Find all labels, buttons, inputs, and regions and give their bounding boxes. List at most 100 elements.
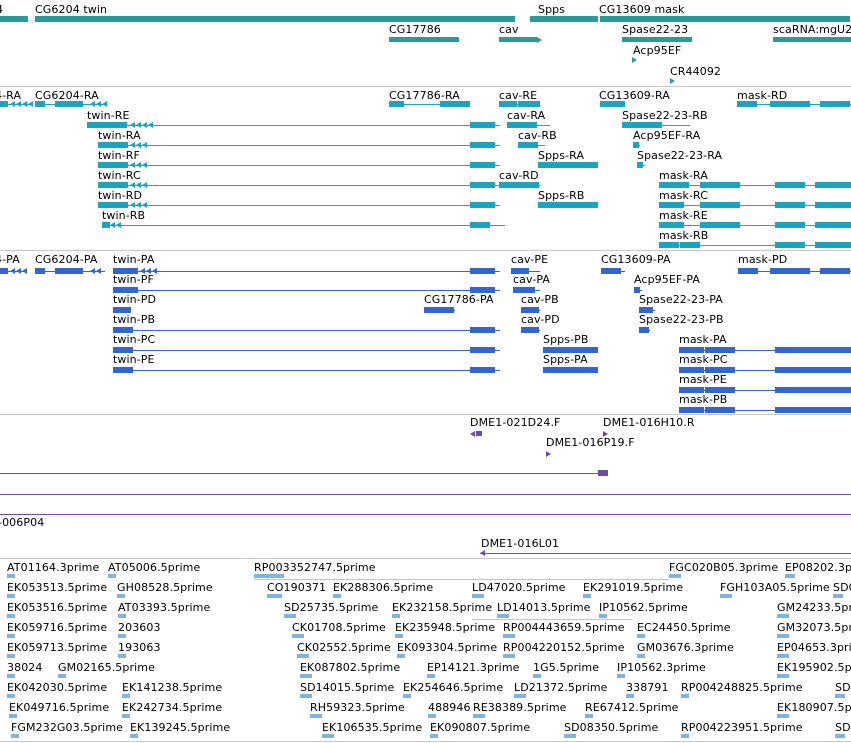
est-glyph[interactable] [267, 594, 282, 598]
feature-exon[interactable] [113, 347, 133, 353]
gene-label[interactable]: Acp95EF [633, 45, 681, 57]
est-label[interactable]: EK291019.5prime [583, 582, 683, 594]
feature-exon[interactable] [470, 162, 495, 168]
est-label[interactable]: EP08202.3prime [785, 562, 851, 574]
est-label[interactable]: EK232158.5prime [392, 602, 492, 614]
est-glyph[interactable] [7, 574, 15, 578]
est-glyph[interactable] [637, 634, 645, 638]
feature-exon[interactable] [98, 142, 128, 148]
gene-glyph[interactable] [389, 37, 459, 42]
est-glyph[interactable] [835, 694, 845, 698]
est-glyph[interactable] [122, 714, 130, 718]
transcript-label[interactable]: twin-RF [98, 150, 140, 162]
feature-exon[interactable] [700, 202, 740, 208]
est-label[interactable]: EC24450.5prime [637, 622, 731, 634]
transcript-label[interactable]: twin-RB [102, 210, 145, 222]
est-label[interactable]: LD21372.5prime [514, 682, 608, 694]
est-glyph[interactable] [392, 614, 400, 618]
est-label[interactable]: EK254646.5prime [403, 682, 503, 694]
feature-exon[interactable] [775, 202, 805, 208]
feature-exon[interactable] [815, 407, 851, 413]
est-label[interactable]: EP14121.3prime [427, 662, 520, 674]
est-glyph[interactable] [777, 654, 789, 658]
est-label[interactable]: SD0 [835, 682, 851, 694]
feature-exon[interactable] [113, 327, 133, 333]
feature-exon[interactable] [815, 182, 851, 188]
feature-exon[interactable] [815, 202, 851, 208]
est-label[interactable]: EK106535.5prime [322, 722, 422, 734]
feature-exon[interactable] [775, 407, 815, 413]
est-glyph[interactable] [681, 734, 689, 738]
protein-label[interactable]: Acp95EF-PA [634, 274, 700, 286]
feature-exon[interactable] [815, 222, 851, 228]
feature-exon[interactable] [470, 202, 495, 208]
est-glyph[interactable] [117, 594, 125, 598]
feature-exon[interactable] [521, 327, 539, 333]
feature-exon[interactable] [113, 367, 133, 373]
est-label[interactable]: 203603 [118, 622, 161, 634]
feature-exon[interactable] [659, 182, 689, 188]
transcript-label[interactable]: twin-RD [98, 190, 142, 202]
feature-exon[interactable] [815, 367, 851, 373]
feature-exon[interactable] [775, 347, 815, 353]
gene-glyph[interactable] [0, 16, 28, 22]
feature-exon[interactable] [770, 268, 810, 274]
gene-glyph[interactable] [600, 16, 850, 22]
feature-exon[interactable] [637, 162, 643, 168]
feature-exon[interactable] [622, 122, 662, 128]
feature-exon[interactable] [659, 242, 679, 248]
feature-exon[interactable] [113, 307, 131, 313]
feature-exon[interactable] [113, 268, 138, 274]
feature-exon[interactable] [470, 182, 495, 188]
est-glyph[interactable] [118, 634, 126, 638]
est-glyph[interactable] [395, 634, 403, 638]
est-label[interactable]: EK087802.5prime [300, 662, 400, 674]
est-label[interactable]: GM32073.5prime [777, 622, 851, 634]
est-glyph[interactable] [7, 694, 15, 698]
feature-exon[interactable] [35, 268, 45, 274]
clone-glyph[interactable] [476, 431, 482, 436]
feature-exon[interactable] [775, 387, 815, 393]
est-label[interactable]: GM24233.5prime [777, 602, 851, 614]
feature-exon[interactable] [705, 407, 735, 413]
feature-exon[interactable] [470, 122, 495, 128]
transcript-label[interactable]: mask-RE [659, 210, 708, 222]
protein-label[interactable]: twin-PA [113, 254, 154, 266]
feature-exon[interactable] [98, 182, 128, 188]
est-label[interactable]: RP004248825.5prime [681, 682, 803, 694]
est-glyph[interactable] [292, 634, 304, 638]
est-label[interactable]: IP10562.3prime [617, 662, 706, 674]
clone-label[interactable]: -006P04 [0, 517, 44, 529]
feature-exon[interactable] [98, 202, 128, 208]
protein-label[interactable]: mask-PA [679, 334, 727, 346]
est-glyph[interactable] [130, 734, 138, 738]
est-label[interactable]: LD47020.5prime [472, 582, 566, 594]
est-label[interactable]: EK235948.5prime [395, 622, 495, 634]
feature-exon[interactable] [600, 101, 625, 107]
est-label[interactable]: EK059716.5prime [7, 622, 107, 634]
feature-exon[interactable] [775, 222, 805, 228]
est-glyph[interactable] [58, 674, 66, 678]
est-label[interactable]: EK059713.5prime [7, 642, 107, 654]
feature-exon[interactable] [601, 268, 621, 274]
est-label[interactable]: SD25735.5prime [284, 602, 378, 614]
est-glyph[interactable] [503, 634, 515, 638]
feature-exon[interactable] [815, 242, 851, 248]
protein-label[interactable]: twin-PE [113, 354, 155, 366]
transcript-label[interactable]: mask-RA [659, 170, 708, 182]
feature-exon[interactable] [737, 101, 757, 107]
feature-exon[interactable] [518, 142, 538, 148]
gene-glyph[interactable] [499, 37, 537, 42]
est-glyph[interactable] [637, 654, 645, 658]
clone-label[interactable]: DME1-016P19.F [546, 437, 635, 449]
est-label[interactable]: EK090807.5prime [430, 722, 530, 734]
feature-exon[interactable] [521, 307, 539, 313]
est-label[interactable]: SD08350.5prime [564, 722, 658, 734]
protein-label[interactable]: cav-PD [521, 314, 560, 326]
est-glyph[interactable] [284, 614, 296, 618]
feature-exon[interactable] [424, 307, 454, 313]
gene-glyph[interactable] [35, 16, 515, 22]
protein-label[interactable]: mask-PE [679, 374, 727, 386]
est-label[interactable]: CK01708.5prime [292, 622, 386, 634]
gene-label[interactable]: cav [499, 24, 519, 36]
